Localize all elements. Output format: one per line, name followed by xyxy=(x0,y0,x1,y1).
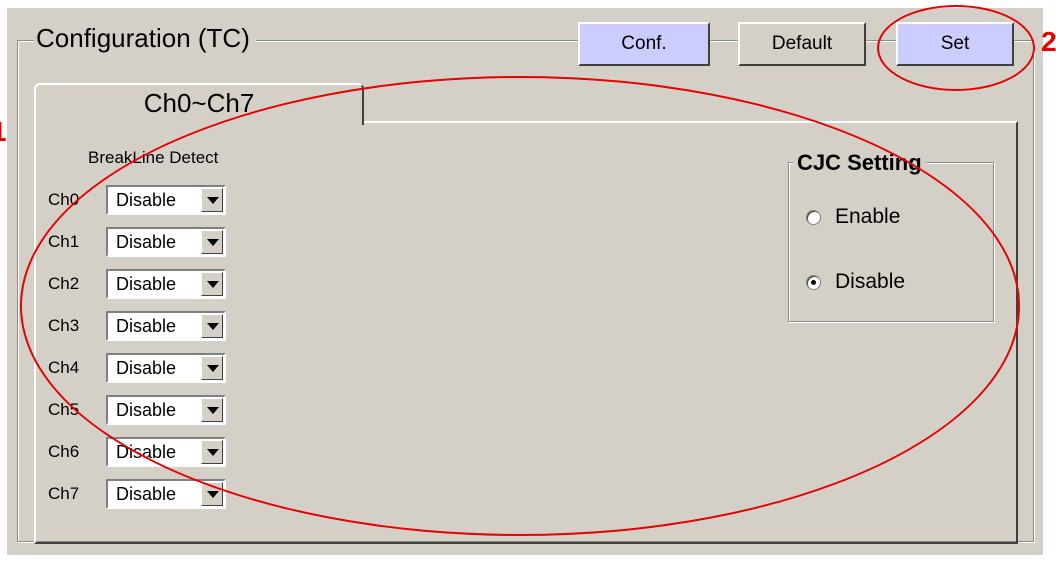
channel-row: Ch7 Disable xyxy=(48,479,226,509)
annotation-marker-2: 2 xyxy=(1041,26,1056,57)
channel-label: Ch6 xyxy=(48,442,80,461)
config-title: Configuration (TC) xyxy=(34,22,256,54)
select-value: Disable xyxy=(116,483,177,504)
channel-label: Ch7 xyxy=(48,484,80,503)
default-button[interactable]: Default xyxy=(738,22,866,66)
conf-button[interactable]: Conf. xyxy=(578,22,710,66)
annotation-marker-1: 1 xyxy=(0,116,7,148)
annotation-ellipse-1 xyxy=(20,76,1020,536)
annotation-ellipse-2 xyxy=(877,5,1035,91)
